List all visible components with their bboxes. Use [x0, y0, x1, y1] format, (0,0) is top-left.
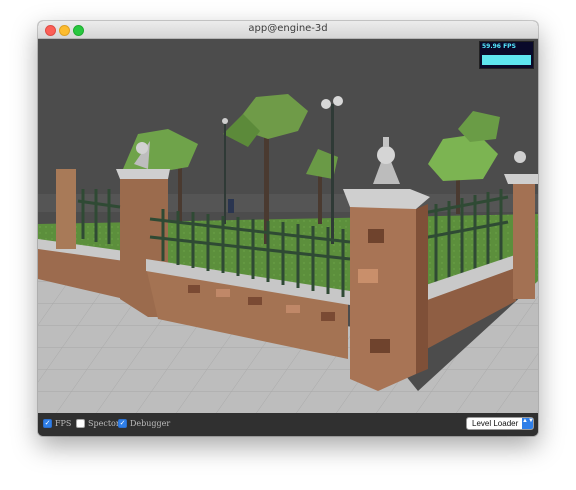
3d-viewport[interactable]: 59.96 FPS: [38, 39, 538, 413]
title-bar[interactable]: app@engine-3d: [38, 21, 538, 39]
select-arrows-icon[interactable]: ▲▼: [522, 418, 534, 429]
character-figure: [228, 199, 234, 213]
spector-checkbox[interactable]: Spector: [76, 419, 120, 428]
debugger-checkbox-label: Debugger: [130, 419, 171, 428]
debug-toolbar: ✓ FPS Spector ✓ Debugger Level Loader ▲▼: [38, 413, 538, 436]
fps-graph: [482, 55, 531, 65]
fps-checkbox[interactable]: ✓ FPS: [43, 419, 71, 428]
spector-checkbox-label: Spector: [88, 419, 120, 428]
level-loader-select-value: Level Loader: [472, 419, 519, 428]
fps-checkbox-label: FPS: [55, 419, 72, 428]
check-icon[interactable]: ✓: [43, 419, 52, 428]
check-icon[interactable]: ✓: [118, 419, 127, 428]
level-loader-select[interactable]: Level Loader ▲▼: [466, 417, 534, 430]
scene-render: [38, 39, 538, 413]
fps-label: 59.96 FPS: [482, 43, 516, 50]
checkbox-empty-icon[interactable]: [76, 419, 85, 428]
debugger-checkbox[interactable]: ✓ Debugger: [118, 419, 170, 428]
fps-meter: 59.96 FPS: [479, 41, 534, 69]
window-title: app@engine-3d: [248, 23, 328, 34]
app-window: app@engine-3d 59.96 FPS ✓ FPS Spector ✓ …: [38, 21, 538, 436]
